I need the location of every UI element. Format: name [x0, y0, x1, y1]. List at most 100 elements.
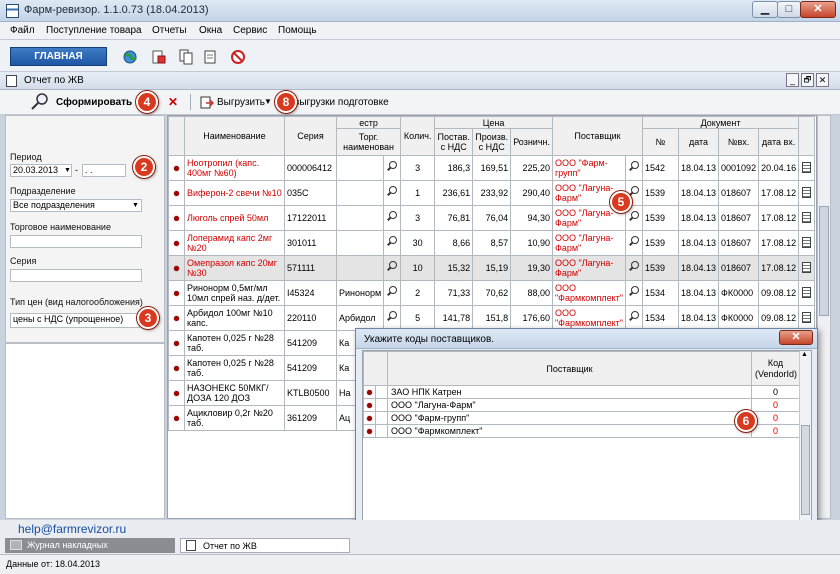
magnifier-icon[interactable]: [628, 211, 640, 223]
dialog-scrollbar[interactable]: ▲ ▼: [799, 351, 811, 535]
cell-trade-lookup[interactable]: [383, 230, 402, 256]
magnifier-icon[interactable]: [386, 261, 398, 273]
dialog-close-button[interactable]: ✕: [779, 330, 813, 345]
magnifier-icon[interactable]: [628, 286, 640, 298]
column-header-doc-date[interactable]: дата: [677, 128, 720, 156]
supplier-code-row[interactable]: ЗАО НПК Катрен 0: [363, 385, 800, 399]
form-report-button[interactable]: Сформировать: [56, 97, 132, 108]
cell-supplier-lookup[interactable]: [624, 255, 643, 281]
cell-supplier-lookup[interactable]: [624, 155, 643, 181]
cell-trade-lookup[interactable]: [383, 180, 402, 206]
table-row[interactable]: Виферон-2 свечи №10 035C 1 236,61 233,92 290,…: [168, 180, 816, 206]
column-header-qty[interactable]: Колич.: [400, 116, 436, 156]
table-vertical-scrollbar[interactable]: [817, 115, 831, 519]
cell-supplier-lookup[interactable]: [624, 280, 643, 306]
cell-open-document[interactable]: [798, 305, 816, 331]
magnifier-icon[interactable]: [386, 186, 398, 198]
help-email-link[interactable]: help@farmrevizor.ru: [18, 522, 126, 536]
trade-name-field[interactable]: [10, 235, 142, 248]
document-icon[interactable]: [802, 236, 812, 248]
magnifier-icon[interactable]: [628, 161, 640, 173]
price-type-select[interactable]: цены с НДС (упрощенное): [10, 313, 140, 328]
cancel-icon[interactable]: ✕: [168, 95, 178, 109]
scrollbar-thumb[interactable]: [819, 206, 829, 316]
column-header-manufacturer-vat[interactable]: Произв. с НДС: [472, 128, 512, 156]
document-icon[interactable]: [802, 286, 812, 298]
cell-open-document[interactable]: [798, 180, 816, 206]
menu-windows[interactable]: Окна: [199, 25, 222, 36]
table-row[interactable]: Ноотропил (капс. 400мг №60) 000006412 3 186…: [168, 155, 816, 181]
column-header-name[interactable]: Наименование: [184, 116, 285, 156]
supplier-code-row[interactable]: ООО "Лагуна-Фарм" 0: [363, 398, 800, 412]
document-icon[interactable]: [802, 211, 812, 223]
table-row[interactable]: Омепразол капс 20мг №30 571111 10 15,32 15,1…: [168, 255, 816, 281]
column-header-trade-name[interactable]: Торг. наименован: [335, 128, 402, 156]
tab-report[interactable]: Отчет по ЖВ: [180, 538, 350, 553]
column-header-supply-vat[interactable]: Постав. с НДС: [434, 128, 474, 156]
magnifier-icon[interactable]: [628, 261, 640, 273]
column-header-series[interactable]: Серия: [284, 116, 337, 156]
menu-goods-receipt[interactable]: Поступление товара: [46, 25, 142, 36]
cell-trade-lookup[interactable]: [383, 305, 402, 331]
export-dropdown-icon[interactable]: ▼: [264, 97, 272, 106]
table-row[interactable]: Арбидол 100мг №10 капс. 220110 Арбидол 5 141…: [168, 305, 816, 331]
main-button[interactable]: ГЛАВНАЯ: [10, 47, 107, 66]
magnifier-icon[interactable]: [628, 236, 640, 248]
series-field[interactable]: [10, 269, 142, 282]
table-row[interactable]: Лоперамид капс 2мг №20 301011 30 8,66 8,57 10…: [168, 230, 816, 256]
cell-vendor-code[interactable]: 0: [751, 411, 800, 425]
doc-restore-button[interactable]: 🗗: [801, 73, 814, 87]
menu-reports[interactable]: Отчеты: [152, 25, 187, 36]
magnifier-icon[interactable]: [386, 236, 398, 248]
menu-file[interactable]: Файл: [10, 25, 35, 36]
cell-trade-lookup[interactable]: [383, 205, 402, 231]
period-from-field[interactable]: 20.03.2013: [10, 164, 72, 177]
close-window-button[interactable]: ✕: [800, 1, 836, 18]
magnifier-icon[interactable]: [386, 211, 398, 223]
scroll-up-icon[interactable]: ▲: [801, 351, 808, 358]
magnifier-icon[interactable]: [628, 311, 640, 323]
cell-trade-lookup[interactable]: [383, 255, 402, 281]
sheet-icon[interactable]: [202, 49, 219, 65]
dialog-column-supplier[interactable]: Поставщик: [387, 351, 752, 386]
cell-supplier-lookup[interactable]: [624, 230, 643, 256]
supplier-code-row[interactable]: ООО "Фармкомплект" 0: [363, 424, 800, 438]
column-header-incoming-number[interactable]: №вх.: [718, 128, 760, 156]
dialog-column-code[interactable]: Код (VendorId): [751, 351, 800, 386]
cell-open-document[interactable]: [798, 230, 816, 256]
chevron-down-icon[interactable]: ▼: [64, 167, 71, 174]
supplier-code-row[interactable]: ООО "Фарм-групп" 0: [363, 411, 800, 425]
cell-trade-lookup[interactable]: [383, 280, 402, 306]
menu-help[interactable]: Помощь: [278, 25, 317, 36]
column-header-retail[interactable]: Розничн.: [510, 128, 553, 156]
cell-trade-lookup[interactable]: [383, 155, 402, 181]
add-document-icon[interactable]: [150, 49, 167, 65]
document-icon[interactable]: [802, 261, 812, 273]
cell-open-document[interactable]: [798, 205, 816, 231]
cell-vendor-code[interactable]: 0: [751, 385, 800, 399]
minimize-button[interactable]: ▁: [752, 1, 778, 18]
copy-documents-icon[interactable]: [178, 49, 195, 65]
doc-minimize-button[interactable]: _: [786, 73, 799, 87]
magnifier-icon[interactable]: [386, 286, 398, 298]
division-select[interactable]: Все подразделения: [10, 199, 142, 212]
menu-service[interactable]: Сервис: [233, 25, 267, 36]
globe-icon[interactable]: [122, 49, 139, 65]
tab-journal[interactable]: Журнал накладных: [5, 538, 175, 553]
chevron-down-icon[interactable]: ▼: [132, 202, 139, 209]
cell-vendor-code[interactable]: 0: [751, 424, 800, 438]
stop-icon[interactable]: [230, 49, 247, 65]
doc-close-button[interactable]: ✕: [816, 73, 829, 87]
document-icon[interactable]: [802, 311, 812, 323]
export-preparation-button[interactable]: выгрузки подготовке: [294, 97, 389, 108]
cell-open-document[interactable]: [798, 255, 816, 281]
export-button[interactable]: Выгрузить: [217, 97, 265, 108]
document-icon[interactable]: [802, 161, 812, 173]
dialog-scrollbar-thumb[interactable]: [801, 425, 810, 515]
magnifier-icon[interactable]: [386, 311, 398, 323]
period-to-field[interactable]: . .: [82, 164, 126, 177]
cell-vendor-code[interactable]: 0: [751, 398, 800, 412]
cell-open-document[interactable]: [798, 155, 816, 181]
table-row[interactable]: Люголь спрей 50мл 17122011 3 76,81 76,04 94,3…: [168, 205, 816, 231]
table-row[interactable]: Ринонорм 0,5мг/мл 10мл спрей наз. д/дет.…: [168, 280, 816, 306]
